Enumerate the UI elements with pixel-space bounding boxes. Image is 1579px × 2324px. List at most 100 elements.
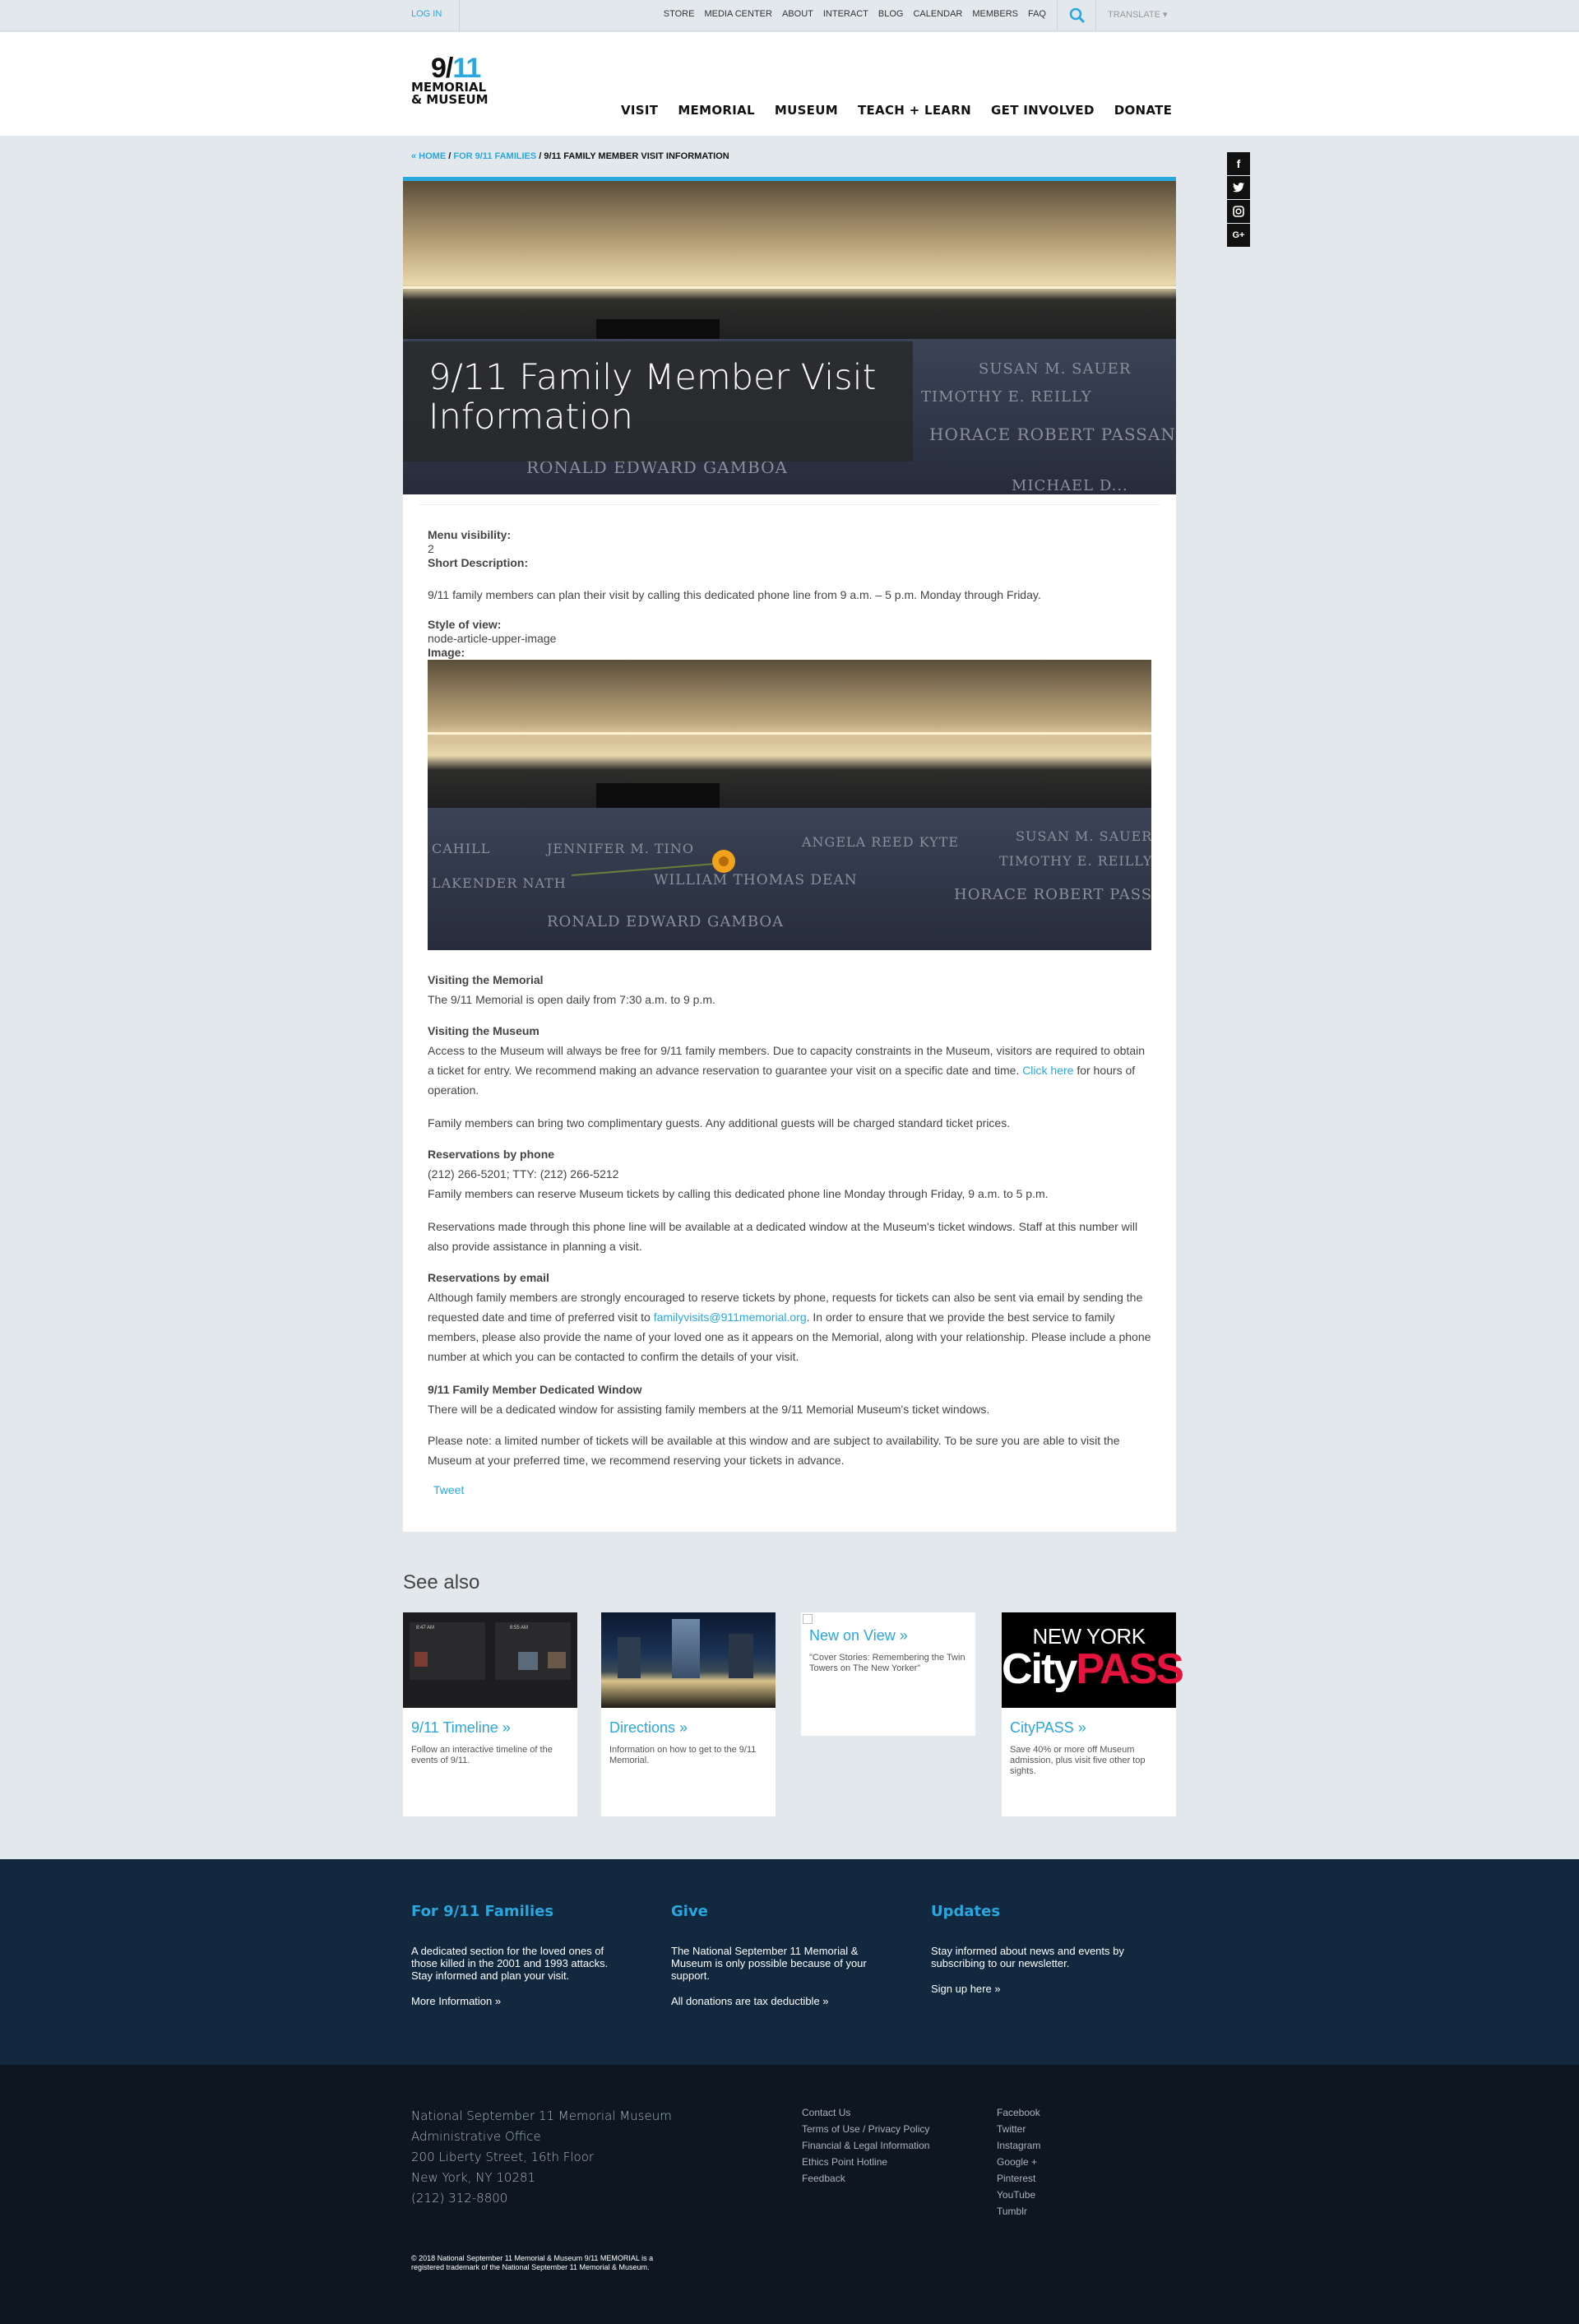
breadcrumb: « HOME / FOR 9/11 FAMILIES / 9/11 FAMILY… xyxy=(411,151,729,161)
visiting-museum-text: Access to the Museum will always be free… xyxy=(428,1044,1145,1097)
search-icon xyxy=(1069,7,1086,24)
new-on-view-link[interactable]: New on View » xyxy=(809,1627,967,1644)
footer-instagram-link[interactable]: Instagram xyxy=(997,2137,1040,2154)
breadcrumb-home[interactable]: « HOME xyxy=(411,151,446,161)
utility-links: STORE MEDIA CENTER ABOUT INTERACT BLOG C… xyxy=(664,9,1046,19)
family-visits-email-link[interactable]: familyvisits@911memorial.org xyxy=(654,1310,807,1324)
broken-image-icon xyxy=(801,1612,975,1626)
directions-thumbnail xyxy=(601,1612,776,1708)
reservations-email-heading: Reservations by email xyxy=(428,1271,549,1284)
directions-link[interactable]: Directions » xyxy=(609,1719,767,1737)
footer-col-updates: Updates Stay informed about news and eve… xyxy=(931,1903,1145,1997)
share-bar: f G+ xyxy=(1227,152,1250,248)
twitter-icon[interactable] xyxy=(1227,176,1250,199)
reservations-email-text: Although family members are strongly enc… xyxy=(428,1291,1151,1363)
footer-families-title: For 9/11 Families xyxy=(411,1903,554,1920)
footer-links-info: Contact Us Terms of Use / Privacy Policy… xyxy=(802,2104,929,2187)
utility-link-calendar[interactable]: CALENDAR xyxy=(913,9,962,19)
utility-link-store[interactable]: STORE xyxy=(664,9,695,19)
timeline-desc: Follow an interactive timeline of the ev… xyxy=(411,1745,553,1765)
feedback-link[interactable]: Feedback xyxy=(802,2170,929,2187)
footer-links-social: Facebook Twitter Instagram Google + Pint… xyxy=(997,2104,1040,2220)
see-also-card-citypass[interactable]: NEW YORK CityPASS CityPASS » Save 40% or… xyxy=(1002,1612,1184,1816)
site-logo[interactable]: 9/11 MEMORIAL & MUSEUM xyxy=(411,53,510,107)
main-nav: VISIT MEMORIAL MUSEUM TEACH + LEARN GET … xyxy=(621,103,1172,118)
menu-visibility-value: 2 xyxy=(428,542,434,555)
logo-text: MEMORIAL & MUSEUM xyxy=(411,80,489,107)
google-plus-icon[interactable]: G+ xyxy=(1227,224,1250,247)
financial-legal-link[interactable]: Financial & Legal Information xyxy=(802,2137,929,2154)
utility-link-about[interactable]: ABOUT xyxy=(782,9,813,19)
facebook-icon[interactable]: f xyxy=(1227,152,1250,175)
footer-col-families: For 9/11 Families A dedicated section fo… xyxy=(411,1903,625,2009)
directions-desc: Information on how to get to the 9/11 Me… xyxy=(609,1745,757,1765)
translate-dropdown[interactable]: TRANSLATE ▾ xyxy=(1108,9,1168,20)
nav-memorial[interactable]: MEMORIAL xyxy=(678,103,755,118)
footer-give-desc: The National September 11 Memorial & Mus… xyxy=(671,1945,867,1982)
footer-col-give: Give The National September 11 Memorial … xyxy=(671,1903,885,2009)
footer-pinterest-link[interactable]: Pinterest xyxy=(997,2170,1040,2187)
copyright: © 2018 National September 11 Memorial & … xyxy=(411,2254,654,2271)
hero-title-box: 9/11 Family Member Visit Information xyxy=(403,341,913,462)
families-footer: For 9/11 Families A dedicated section fo… xyxy=(0,1859,1579,2065)
donations-link[interactable]: All donations are tax deductible » xyxy=(671,1995,829,2007)
utility-link-media-center[interactable]: MEDIA CENTER xyxy=(704,9,772,19)
logo-mark: 9/11 xyxy=(431,53,481,84)
reservations-phone-heading: Reservations by phone xyxy=(428,1148,555,1161)
search-button[interactable] xyxy=(1057,0,1096,31)
citypass-desc: Save 40% or more off Museum admission, p… xyxy=(1010,1745,1146,1776)
footer-youtube-link[interactable]: YouTube xyxy=(997,2187,1040,2203)
see-also-card-directions[interactable]: Directions » Information on how to get t… xyxy=(601,1612,776,1816)
footer-twitter-link[interactable]: Twitter xyxy=(997,2121,1040,2137)
visiting-memorial-text: The 9/11 Memorial is open daily from 7:3… xyxy=(428,993,715,1006)
nav-get-involved[interactable]: GET INVOLVED xyxy=(991,103,1095,118)
dedicated-window-note: Please note: a limited number of tickets… xyxy=(428,1434,1120,1467)
see-also-card-timeline[interactable]: 8:47 AM 8:55 AM 9/11 Timeline » Follow a… xyxy=(403,1612,577,1816)
nav-teach-learn[interactable]: TEACH + LEARN xyxy=(858,103,971,118)
contact-us-link[interactable]: Contact Us xyxy=(802,2104,929,2121)
utility-link-blog[interactable]: BLOG xyxy=(878,9,904,19)
image-label: Image: xyxy=(428,646,465,659)
new-on-view-desc: "Cover Stories: Remembering the Twin Tow… xyxy=(809,1653,965,1673)
reservations-phone-text-2: Reservations made through this phone lin… xyxy=(428,1220,1138,1253)
dedicated-window-text: There will be a dedicated window for ass… xyxy=(428,1403,990,1416)
see-also-card-new-on-view[interactable]: New on View » "Cover Stories: Rememberin… xyxy=(801,1612,975,1736)
more-information-link[interactable]: More Information » xyxy=(411,1995,501,2007)
sign-up-link[interactable]: Sign up here » xyxy=(931,1983,1001,1995)
nav-visit[interactable]: VISIT xyxy=(621,103,658,118)
footer-updates-desc: Stay informed about news and events by s… xyxy=(931,1945,1124,1969)
visiting-memorial-heading: Visiting the Memorial xyxy=(428,973,544,986)
ethics-hotline-link[interactable]: Ethics Point Hotline xyxy=(802,2154,929,2170)
instagram-icon[interactable] xyxy=(1227,200,1250,223)
article-content: Menu visibility: 2 Short Description: 9/… xyxy=(403,494,1176,1532)
guests-text: Family members can bring two complimenta… xyxy=(428,1116,1011,1130)
nav-museum[interactable]: MUSEUM xyxy=(775,103,838,118)
visiting-museum-heading: Visiting the Museum xyxy=(428,1024,539,1037)
page-title: 9/11 Family Member Visit Information xyxy=(428,357,877,438)
address-block: National September 11 Memorial Museum Ad… xyxy=(411,2106,672,2209)
footer-google-plus-link[interactable]: Google + xyxy=(997,2154,1040,2170)
click-here-link[interactable]: Click here xyxy=(1022,1064,1073,1077)
reservations-phone-numbers: (212) 266-5201; TTY: (212) 266-5212 xyxy=(428,1167,619,1181)
divider xyxy=(459,0,460,31)
login-link[interactable]: LOG IN xyxy=(411,9,442,19)
breadcrumb-families[interactable]: FOR 9/11 FAMILIES xyxy=(453,151,536,161)
footer-tumblr-link[interactable]: Tumblr xyxy=(997,2203,1040,2220)
utility-link-members[interactable]: MEMBERS xyxy=(972,9,1018,19)
footer-facebook-link[interactable]: Facebook xyxy=(997,2104,1040,2121)
footer-give-title: Give xyxy=(671,1903,708,1920)
short-description-label: Short Description: xyxy=(428,556,529,569)
article-image: CAHILL JENNIFER M. TINO ANGELA REED KYTE… xyxy=(428,660,1151,950)
timeline-link[interactable]: 9/11 Timeline » xyxy=(411,1719,569,1737)
nav-donate[interactable]: DONATE xyxy=(1114,103,1172,118)
utility-link-interact[interactable]: INTERACT xyxy=(823,9,868,19)
hero-banner: SUSAN M. SAUER TIMOTHY E. REILLY HORACE … xyxy=(403,177,1176,494)
style-of-view-label: Style of view: xyxy=(428,618,502,631)
terms-privacy-link[interactable]: Terms of Use / Privacy Policy xyxy=(802,2121,929,2137)
citypass-link[interactable]: CityPASS » xyxy=(1010,1719,1168,1737)
utility-link-faq[interactable]: FAQ xyxy=(1028,9,1046,19)
tweet-button[interactable]: Tweet xyxy=(433,1480,464,1500)
footer-families-desc: A dedicated section for the loved ones o… xyxy=(411,1945,609,1982)
reservations-phone-text: Family members can reserve Museum ticket… xyxy=(428,1187,1049,1200)
timeline-thumbnail: 8:47 AM 8:55 AM xyxy=(403,1612,577,1708)
